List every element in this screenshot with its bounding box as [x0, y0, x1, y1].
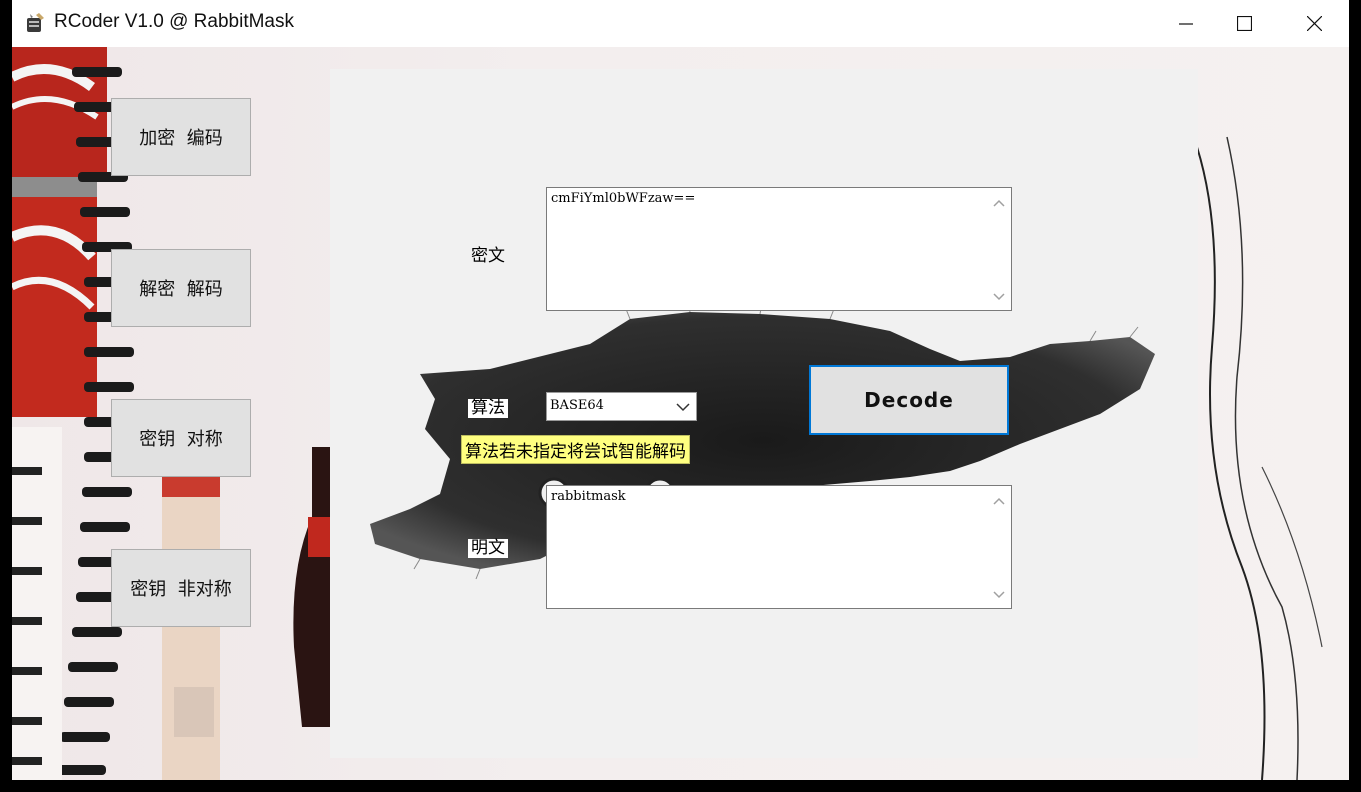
ciphertext-input[interactable]: cmFiYml0bWFzaw==: [546, 187, 1012, 311]
sidebar-item-encrypt-encode[interactable]: 加密 编码: [111, 98, 251, 176]
decode-panel: 密文 cmFiYml0bWFzaw== 算法 BASE64 算法若未指定将尝试智…: [330, 69, 1198, 758]
scroll-up-icon[interactable]: [993, 496, 1005, 506]
app-icon: [24, 12, 46, 34]
decode-button[interactable]: Decode: [809, 365, 1009, 435]
plaintext-value: rabbitmask: [551, 489, 626, 504]
algorithm-selected-value: BASE64: [550, 398, 604, 413]
ciphertext-label: 密文: [471, 246, 505, 266]
title-bar: RCoder V1.0 @ RabbitMask: [12, 0, 1349, 47]
algorithm-hint: 算法若未指定将尝试智能解码: [461, 435, 690, 464]
ciphertext-value: cmFiYml0bWFzaw==: [551, 191, 696, 206]
sidebar-item-symmetric-key[interactable]: 密钥 对称: [111, 399, 251, 477]
scroll-up-icon[interactable]: [993, 198, 1005, 208]
sidebar-item-asymmetric-key[interactable]: 密钥 非对称: [111, 549, 251, 627]
maximize-button[interactable]: [1209, 0, 1279, 47]
chevron-down-icon: [676, 403, 690, 412]
background-cat-image: [370, 300, 1155, 580]
window-title: RCoder V1.0 @ RabbitMask: [54, 11, 294, 32]
close-icon: [1306, 16, 1322, 31]
sidebar-item-decrypt-decode[interactable]: 解密 解码: [111, 249, 251, 327]
close-button[interactable]: [1279, 0, 1349, 47]
plaintext-label: 明文: [468, 539, 508, 558]
plaintext-output[interactable]: rabbitmask: [546, 485, 1012, 609]
maximize-icon: [1236, 16, 1252, 31]
client-area: 加密 编码 解密 解码 密钥 对称 密钥 非对称 密文 cmFiYml0bWFz…: [12, 47, 1349, 780]
scroll-down-icon[interactable]: [993, 590, 1005, 600]
algorithm-select[interactable]: BASE64: [546, 392, 697, 421]
minimize-icon: [1179, 22, 1193, 25]
scroll-down-icon[interactable]: [993, 292, 1005, 302]
algorithm-label: 算法: [468, 399, 508, 418]
app-window: RCoder V1.0 @ RabbitMask 加密 编码 解密 解码 密钥 …: [12, 0, 1349, 780]
